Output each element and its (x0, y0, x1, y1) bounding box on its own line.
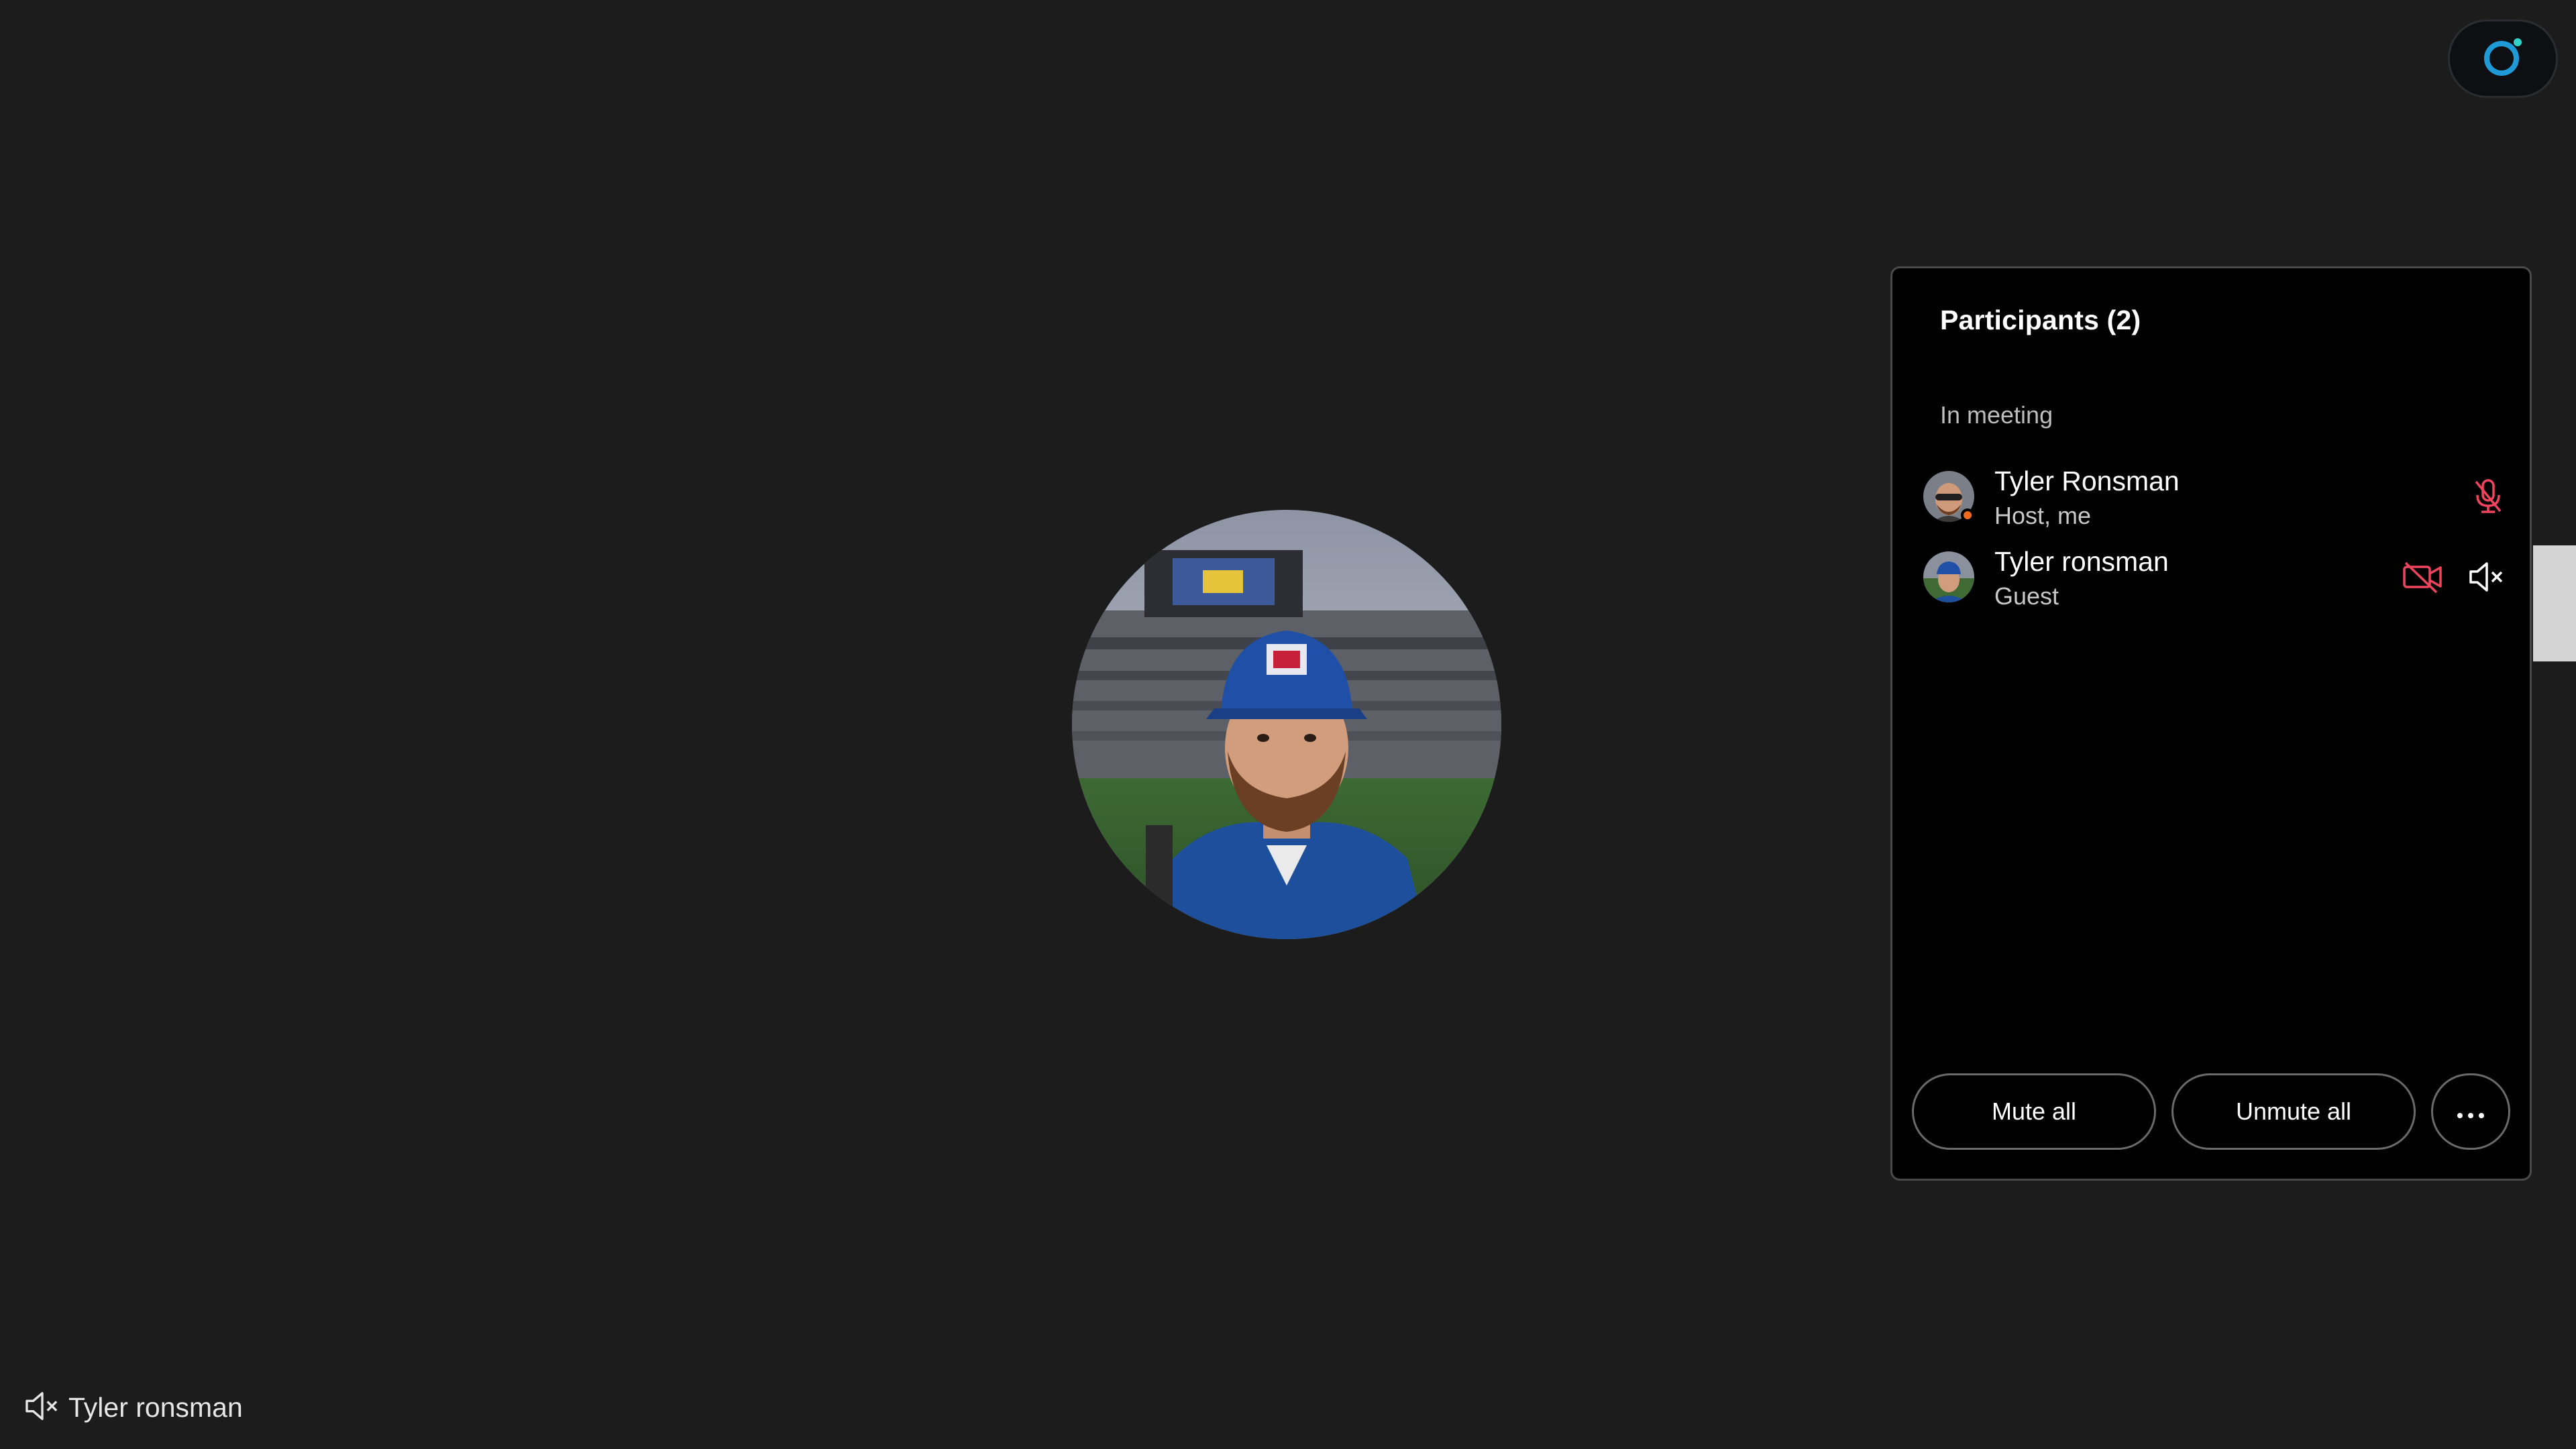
stage-participant-label: Tyler ronsman (24, 1387, 243, 1428)
stage-participant-name: Tyler ronsman (68, 1391, 243, 1423)
more-icon (2456, 1097, 2485, 1126)
video-off-icon[interactable] (2401, 555, 2444, 598)
participant-role: Host, me (1994, 502, 2092, 529)
main-participant-avatar (1072, 510, 1501, 939)
participant-avatar (1923, 471, 1974, 522)
unmute-all-button[interactable]: Unmute all (2171, 1073, 2416, 1150)
meeting-stage: Participants (2) In meeting Tyler Ronsma… (0, 0, 2576, 1449)
mic-muted-icon[interactable] (2467, 475, 2510, 518)
panel-resize-handle[interactable] (2533, 545, 2576, 661)
panel-title: Participants (2) (1940, 305, 2141, 335)
mute-all-button[interactable]: Mute all (1912, 1073, 2156, 1150)
webex-app-button[interactable] (2448, 19, 2558, 98)
participant-name: Tyler Ronsman (1994, 466, 2180, 496)
participant-avatar (1923, 551, 1974, 602)
in-meeting-section-label: In meeting (1940, 401, 2053, 429)
speaker-muted-icon (24, 1390, 60, 1426)
more-options-button[interactable] (2431, 1073, 2510, 1150)
speaker-muted-icon[interactable] (2465, 555, 2508, 598)
presence-indicator (1961, 508, 1974, 522)
webex-icon (2479, 33, 2527, 85)
participant-name: Tyler ronsman (1994, 546, 2169, 577)
participant-role: Guest (1994, 582, 2059, 610)
participants-panel: Participants (2) In meeting Tyler Ronsma… (1890, 266, 2532, 1181)
participant-row[interactable]: Tyler Ronsman Host, me (1892, 463, 2530, 537)
participant-row[interactable]: Tyler ronsman Guest (1892, 543, 2530, 617)
